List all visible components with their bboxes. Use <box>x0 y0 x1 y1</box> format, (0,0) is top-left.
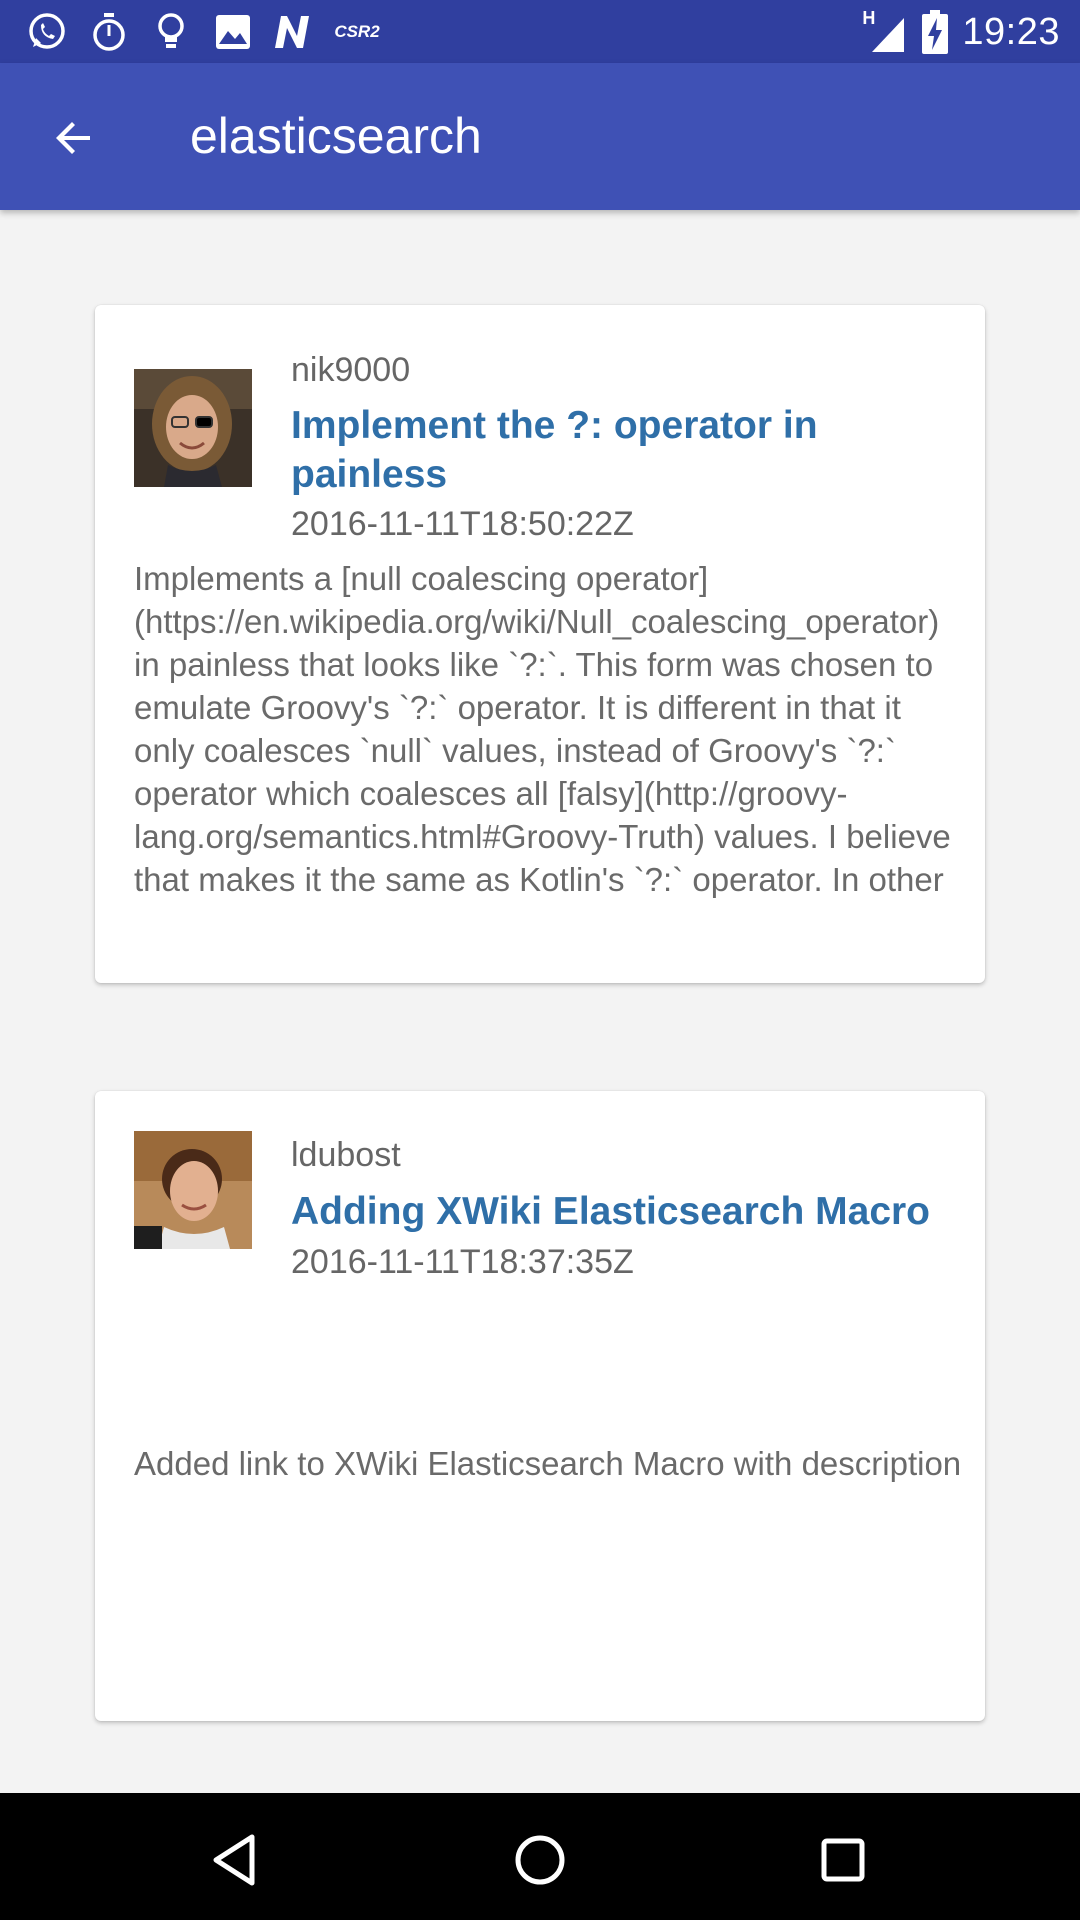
pull-request-title[interactable]: Adding XWiki Elasticsearch Macro <box>291 1187 971 1236</box>
csr2-label: CSR2 <box>334 22 380 41</box>
system-status-icons: H 19:23 <box>860 8 1060 56</box>
n-icon <box>272 9 318 55</box>
timestamp: 2016-11-11T18:50:22Z <box>291 505 634 543</box>
pull-request-body: Implements a [null coalescing operator](… <box>134 560 951 898</box>
author-name: nik9000 <box>291 351 411 389</box>
nav-home-button[interactable] <box>495 1815 585 1905</box>
pull-request-title[interactable]: Implement the ?: operator in painless <box>291 401 951 499</box>
pull-request-body: Added link to XWiki Elasticsearch Macro … <box>134 1445 962 1482</box>
author-name: ldubost <box>291 1136 401 1174</box>
timer-icon <box>86 9 132 55</box>
arrow-back-icon <box>56 122 90 154</box>
pull-request-card[interactable]: ldubost Adding XWiki Elasticsearch Macro… <box>95 1091 985 1721</box>
battery-charging-icon <box>922 10 949 54</box>
pull-request-card[interactable]: nik9000 Implement the ?: operator in pai… <box>95 305 985 983</box>
nav-back-button[interactable] <box>190 1815 280 1905</box>
image-icon <box>210 9 256 55</box>
back-button[interactable] <box>34 103 114 173</box>
avatar[interactable] <box>134 1131 252 1249</box>
nav-back-icon <box>213 1834 255 1886</box>
notification-icons: CSR2 <box>24 8 396 56</box>
page-title: elasticsearch <box>190 108 482 164</box>
clock: 19:23 <box>962 10 1060 53</box>
app-bar: elasticsearch <box>0 63 1080 210</box>
avatar[interactable] <box>134 369 252 487</box>
nav-recents-icon <box>821 1838 865 1882</box>
nav-home-icon <box>515 1835 565 1885</box>
status-bar: CSR2 H 19:23 <box>0 0 1080 63</box>
signal-icon: H <box>860 8 908 54</box>
lightbulb-icon <box>148 9 194 55</box>
whatsapp-icon <box>24 9 70 55</box>
timestamp: 2016-11-11T18:37:35Z <box>291 1243 634 1281</box>
navigation-bar <box>0 1793 1080 1920</box>
csr2-icon: CSR2 <box>334 9 380 55</box>
nav-recents-button[interactable] <box>798 1815 888 1905</box>
